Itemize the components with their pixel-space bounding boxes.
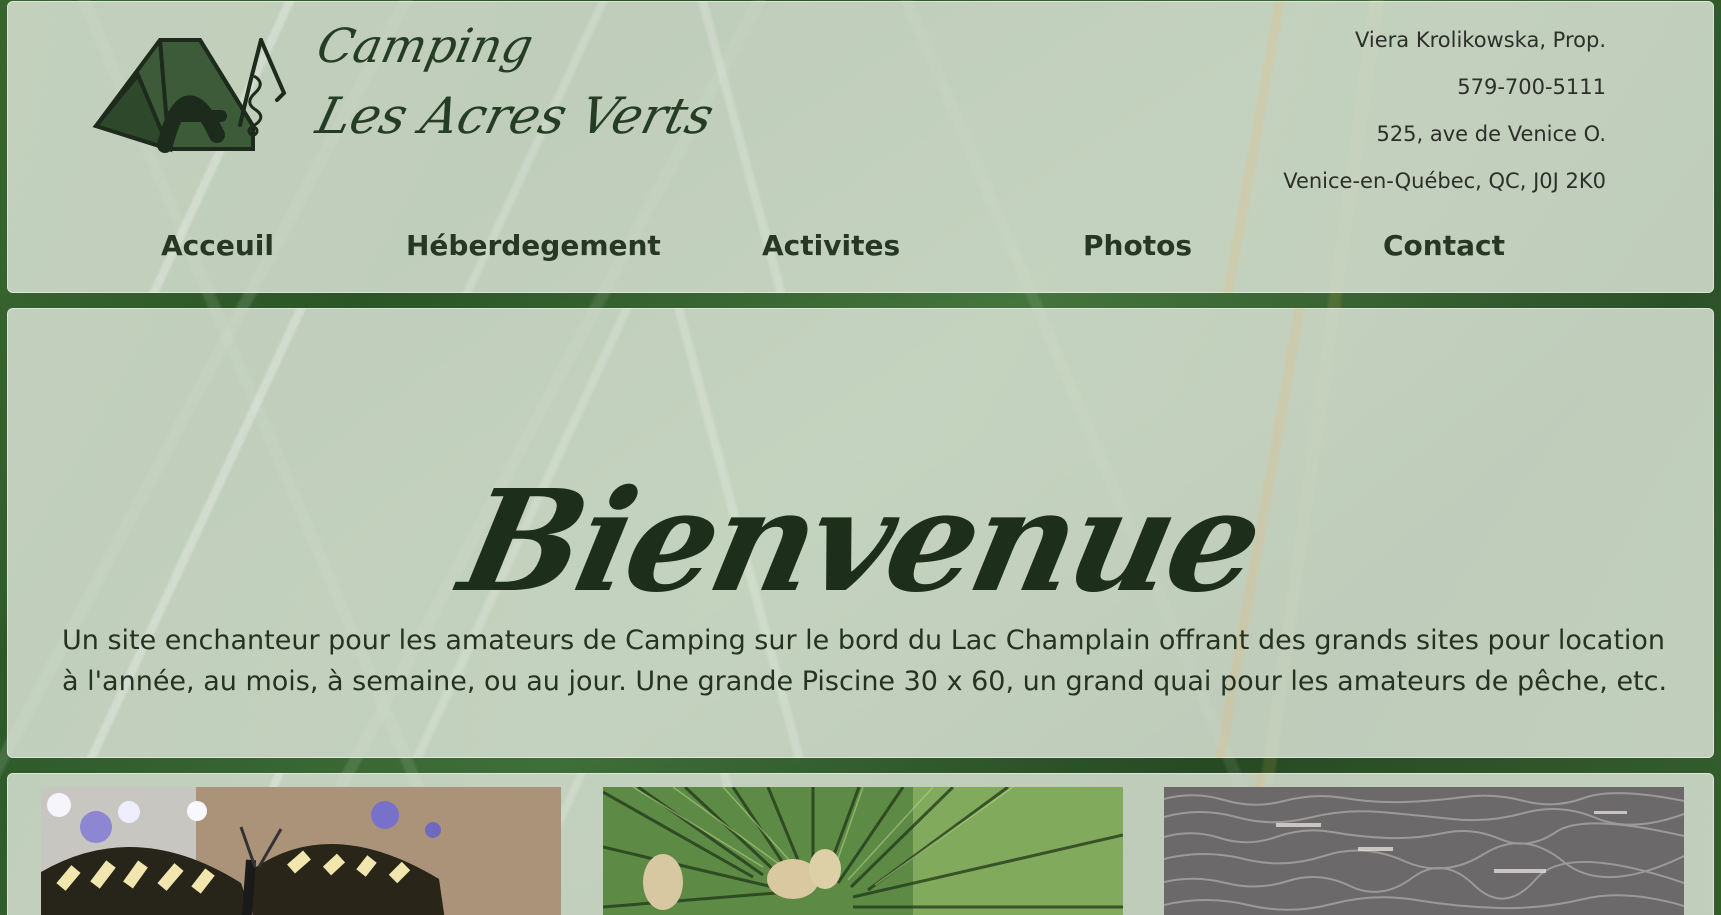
gallery-photo-butterfly[interactable] — [41, 787, 561, 915]
welcome-heading: Bienvenue — [448, 459, 1273, 624]
city-address: Venice-en-Québec, QC, J0J 2K0 — [1283, 169, 1606, 193]
nav-link-accueil[interactable]: Acceuil — [161, 223, 274, 269]
site-logo[interactable]: Camping Les Acres Verts — [89, 19, 739, 168]
phone-number: 579-700-5111 — [1457, 75, 1606, 99]
logo-title-line-2: Les Acres Verts — [310, 87, 720, 145]
lake-water-photo — [1164, 787, 1684, 915]
nav-link-photos[interactable]: Photos — [1083, 223, 1192, 269]
logo-title-line-1: Camping — [312, 19, 538, 74]
street-address: 525, ave de Venice O. — [1376, 122, 1606, 146]
nav-link-activites[interactable]: Activites — [762, 223, 900, 269]
contact-address-block: Viera Krolikowska, Prop. 579-700-5111 52… — [1283, 17, 1606, 205]
main-navigation: Acceuil Héberdegement Activites Photos C… — [7, 223, 1714, 269]
site-header: Camping Les Acres Verts Viera Krolikowsk… — [7, 1, 1714, 293]
nav-link-contact[interactable]: Contact — [1383, 223, 1505, 269]
pine-branch-photo — [603, 787, 1123, 915]
nav-link-hebergement[interactable]: Héberdegement — [406, 223, 661, 269]
camping-tent-a-logo-icon — [92, 38, 287, 153]
welcome-description: Un site enchanteur pour les amateurs de … — [62, 625, 1668, 697]
gallery-photo-pine[interactable] — [603, 787, 1123, 915]
welcome-section: Bienvenue Un site enchanteur pour les am… — [7, 308, 1714, 758]
photo-gallery — [7, 773, 1714, 915]
butterfly-flower-photo — [41, 787, 561, 915]
proprietor-name: Viera Krolikowska, Prop. — [1354, 28, 1606, 52]
gallery-photo-lake[interactable] — [1164, 787, 1684, 915]
